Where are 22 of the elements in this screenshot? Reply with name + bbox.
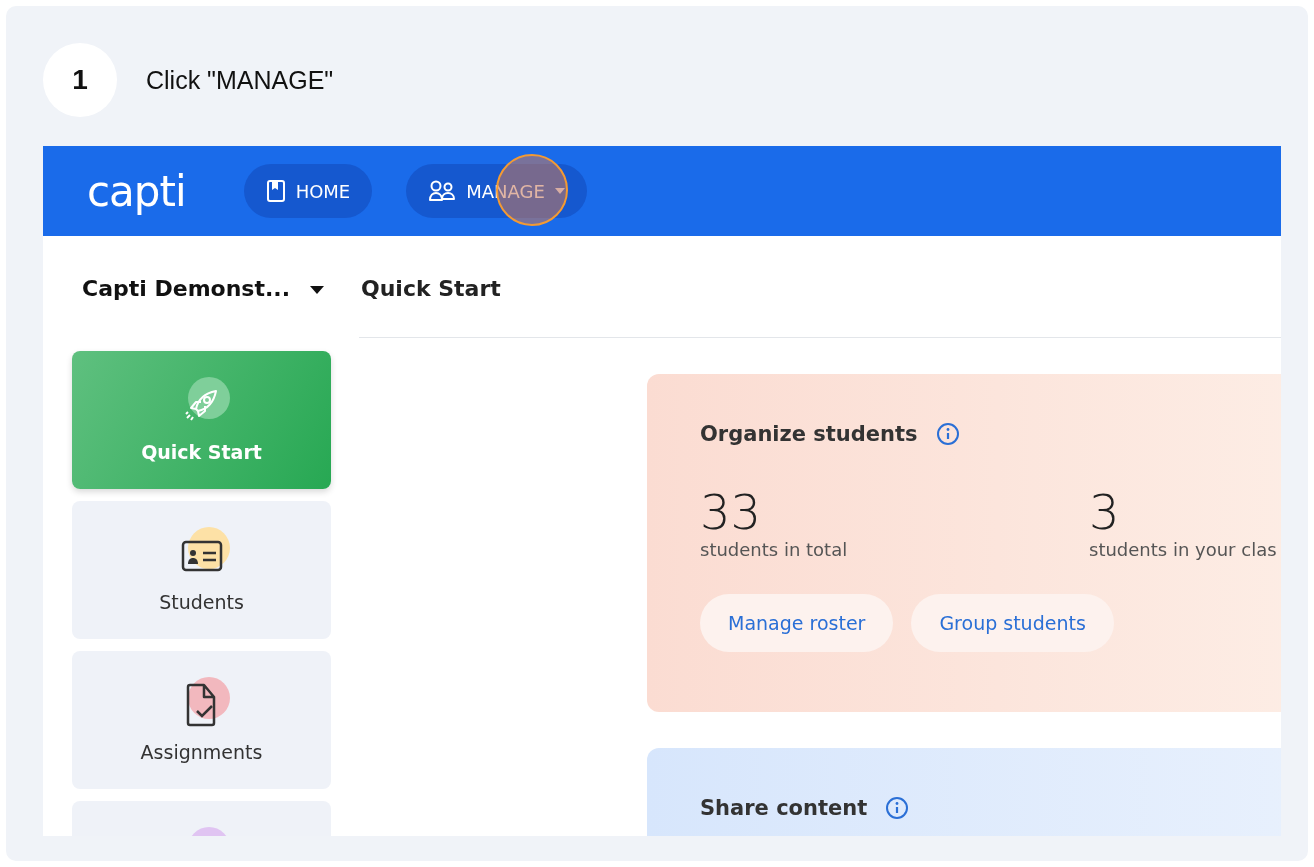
info-icon[interactable] bbox=[885, 796, 910, 820]
sidebar-item[interactable]: Quick Start bbox=[72, 351, 331, 489]
sidebar-item[interactable]: Assignments bbox=[72, 651, 331, 789]
caret-icon bbox=[310, 286, 325, 294]
card-title: Organize students bbox=[700, 422, 918, 446]
page-title: Quick Start bbox=[359, 236, 1281, 338]
people-icon bbox=[428, 179, 457, 203]
stat-label: students in total bbox=[700, 538, 849, 560]
action-button[interactable]: Group students bbox=[911, 593, 1114, 652]
logo[interactable]: capti bbox=[87, 166, 186, 216]
stat-value: 3 bbox=[1089, 486, 1121, 539]
info-icon[interactable] bbox=[935, 422, 960, 446]
nav-button[interactable]: HOME bbox=[243, 164, 373, 218]
stat-value: 33 bbox=[700, 486, 763, 539]
sidebar-item[interactable]: Students bbox=[72, 501, 331, 639]
step-number: 1 bbox=[43, 43, 117, 117]
step-instruction: Click "MANAGE" bbox=[146, 65, 334, 95]
org-selector[interactable]: Capti Demonst... bbox=[72, 236, 325, 351]
card-title: Share content bbox=[700, 796, 868, 820]
stat-label: students in your clas bbox=[1089, 538, 1278, 560]
action-button[interactable]: Manage roster bbox=[700, 593, 894, 652]
book-icon bbox=[265, 179, 286, 203]
